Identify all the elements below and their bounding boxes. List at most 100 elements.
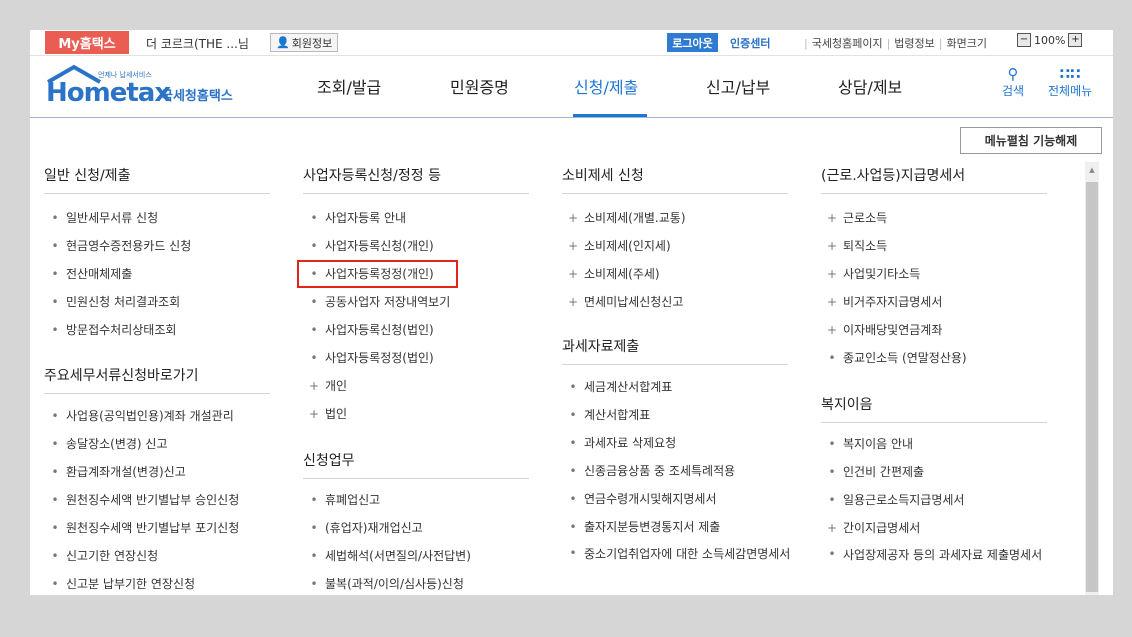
member-info-button[interactable]: 👤 회원정보 <box>270 33 339 52</box>
menu-item[interactable]: • 현금영수증전용카드 신청 <box>44 237 284 254</box>
menu-group-toggle[interactable]: + 법인 <box>303 405 543 422</box>
person-icon: 👤 <box>276 36 290 49</box>
menu-item[interactable]: • 민원신청 처리결과조회 <box>44 293 284 310</box>
menu-item[interactable]: • 사업자등록 안내 <box>303 209 543 226</box>
cert-center-link[interactable]: 인증센터 <box>730 35 770 51</box>
menu-item[interactable]: • 환급계좌개설(변경)신고 <box>44 463 284 480</box>
menu-item[interactable]: • 사업자등록신청(개인) <box>303 237 543 254</box>
search-icon: ⚲ <box>1007 65 1019 83</box>
my-hometax-button[interactable]: My홈택스 <box>45 31 129 54</box>
menu-group-toggle[interactable]: + 이자배당및연금계좌 <box>821 321 1061 338</box>
menu-item[interactable]: • 원천징수세액 반기별납부 승인신청 <box>44 491 284 508</box>
section-title: 일반 신청/제출 <box>44 165 270 194</box>
nav-application-submission[interactable]: 신청/제출 <box>574 56 638 116</box>
divider <box>30 55 1113 56</box>
section-title: (근로.사업등)지급명세서 <box>821 165 1047 194</box>
menu-item[interactable]: • 과세자료 삭제요청 <box>562 434 802 451</box>
menu-group-toggle[interactable]: + 면세미납세신청신고 <box>562 293 802 310</box>
company-name: 더 코르크(THE ...님 <box>146 37 249 51</box>
section-title: 주요세무서류신청바로가기 <box>44 365 270 394</box>
menu-item[interactable]: • 세금계산서합계표 <box>562 378 802 395</box>
menu-item[interactable]: • 원천징수세액 반기별납부 포기신청 <box>44 519 284 536</box>
menu-item[interactable]: • 전산매체제출 <box>44 265 284 282</box>
menu-item[interactable]: • 사업장제공자 등의 과세자료 제출명세서 <box>821 547 1061 563</box>
menu-group-toggle[interactable]: + 소비제세(개별.교통) <box>562 209 802 226</box>
section-title: 신청업무 <box>303 450 529 479</box>
menu-item[interactable]: • 사업자등록정정(법인) <box>303 349 543 366</box>
menu-item[interactable]: • 신종금융상품 중 조세특례적용 <box>562 462 802 479</box>
plus-icon: + <box>308 407 320 421</box>
law-info-link[interactable]: 법령정보 <box>894 37 934 50</box>
menu-item[interactable]: • 세법해석(서면질의/사전답변) <box>303 547 543 564</box>
menu-group-toggle[interactable]: + 비거주자지급명세서 <box>821 293 1061 310</box>
nav-report-payment[interactable]: 신고/납부 <box>706 56 770 116</box>
all-menu-label: 전체메뉴 <box>1048 84 1093 98</box>
plus-icon: + <box>567 267 579 281</box>
logo-wordmark: Hometax <box>46 78 171 108</box>
section-title: 소비제세 신청 <box>562 165 788 194</box>
menu-group-toggle[interactable]: + 소비제세(인지세) <box>562 237 802 254</box>
top-links: | 국세청홈페이지 | 법령정보 | 화면크기 <box>804 37 987 50</box>
section-title: 사업자등록신청/정정 등 <box>303 165 529 194</box>
section-title: 과세자료제출 <box>562 336 788 365</box>
menu-item[interactable]: • 사업용(공익법인용)계좌 개설관리 <box>44 407 284 424</box>
menu-group-toggle[interactable]: + 퇴직소득 <box>821 237 1061 254</box>
menu-group-toggle[interactable]: + 사업및기타소득 <box>821 265 1061 282</box>
menu-item[interactable]: • (휴업자)재개업신고 <box>303 519 543 536</box>
menu-item[interactable]: • 불복(과적/이의/심사등)신청 <box>303 575 543 592</box>
menu-item[interactable]: • 일반세무서류 신청 <box>44 209 284 226</box>
nav-consult-report[interactable]: 상담/제보 <box>838 56 902 116</box>
menu-item[interactable]: • 출자지분등변경통지서 제출 <box>562 518 802 535</box>
menu-item[interactable]: • 공동사업자 저장내역보기 <box>303 293 543 310</box>
zoom-control: − 100% + <box>1017 33 1083 47</box>
menu-item[interactable]: • 연금수령개시및해지명세서 <box>562 490 802 507</box>
zoom-out-button[interactable]: − <box>1017 33 1031 47</box>
nts-homepage-link[interactable]: 국세청홈페이지 <box>812 37 883 50</box>
search-button[interactable]: ⚲ 검색 <box>1002 66 1024 99</box>
highlight-box <box>297 260 458 288</box>
menu-item[interactable]: • 신고기한 연장신청 <box>44 547 284 564</box>
search-label: 검색 <box>1002 84 1025 98</box>
scroll-up-arrow-icon[interactable]: ▲ <box>1085 166 1099 174</box>
menu-item[interactable]: • 일용근로소득지급명세서 <box>821 491 1061 508</box>
scroll-thumb[interactable] <box>1086 182 1098 592</box>
menu-group-toggle[interactable]: + 개인 <box>303 377 543 394</box>
member-info-label: 회원정보 <box>291 36 333 50</box>
plus-icon: + <box>567 295 579 309</box>
plus-icon: + <box>308 379 320 393</box>
plus-icon: + <box>826 211 838 225</box>
plus-icon: + <box>826 323 838 337</box>
plus-icon: + <box>567 211 579 225</box>
plus-icon: + <box>826 239 838 253</box>
menu-item[interactable]: • 사업자등록신청(법인) <box>303 321 543 338</box>
menu-unfold-toggle-button[interactable]: 메뉴펼침 기능해제 <box>960 127 1102 154</box>
plus-icon: + <box>826 267 838 281</box>
top-utility-bar: My홈택스 더 코르크(THE ...님 👤 회원정보 로그아웃 인증센터 | 국… <box>30 30 1113 55</box>
logout-button[interactable]: 로그아웃 <box>667 33 718 52</box>
menu-group-toggle[interactable]: + 소비제세(주세) <box>562 265 802 282</box>
zoom-value: 100% <box>1034 33 1066 47</box>
menu-item[interactable]: • 신고분 납부기한 연장신청 <box>44 575 284 592</box>
all-menu-button[interactable]: ∷∷ 전체메뉴 <box>1048 66 1092 99</box>
menu-item[interactable]: • 휴폐업신고 <box>303 491 543 508</box>
menu-item[interactable]: • 복지이음 안내 <box>821 435 1061 452</box>
nav-inquiry-issue[interactable]: 조회/발급 <box>317 56 381 116</box>
plus-icon: + <box>826 521 838 535</box>
menu-group-toggle[interactable]: + 근로소득 <box>821 209 1061 226</box>
plus-icon: + <box>567 239 579 253</box>
menu-item[interactable]: • 계산서합계표 <box>562 406 802 423</box>
menu-item[interactable]: • 송달장소(변경) 신고 <box>44 435 284 452</box>
grid-icon: ∷∷ <box>1059 65 1081 83</box>
vertical-scrollbar[interactable]: ▲ <box>1085 162 1099 595</box>
nav-civil-certificate[interactable]: 민원증명 <box>450 56 509 116</box>
logo-subtitle: 국세청홈택스 <box>161 89 233 104</box>
menu-item[interactable]: • 인건비 간편제출 <box>821 463 1061 480</box>
screen-size-label: 화면크기 <box>946 37 987 50</box>
menu-item[interactable]: • 방문접수처리상태조회 <box>44 321 284 338</box>
hometax-logo[interactable]: 언제나 납세서비스 Hometax 국세청홈택스 <box>44 64 249 108</box>
zoom-in-button[interactable]: + <box>1068 33 1083 47</box>
header-divider <box>30 117 1113 118</box>
menu-item[interactable]: • 중소기업취업자에 대한 소득세감면명세서 <box>562 546 802 562</box>
menu-item[interactable]: • 종교인소득 (연말정산용) <box>821 349 1061 366</box>
menu-group-toggle[interactable]: + 간이지급명세서 <box>821 519 1061 536</box>
